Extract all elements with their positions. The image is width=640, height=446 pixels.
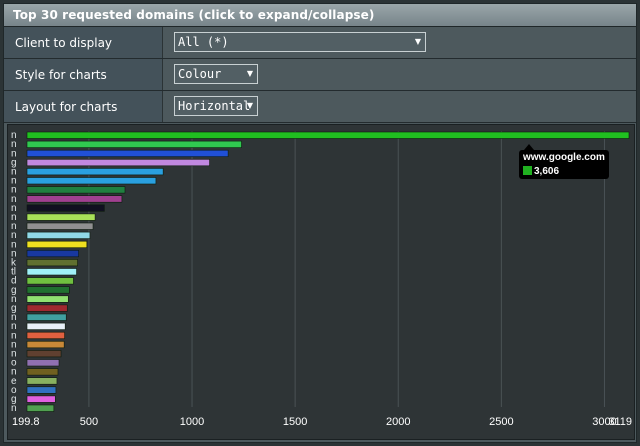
client-select-value: All (*): [178, 35, 229, 49]
bar[interactable]: [26, 268, 77, 276]
bar[interactable]: [26, 286, 70, 294]
bar[interactable]: [26, 368, 59, 376]
style-label: Style for charts: [15, 68, 107, 82]
chart-tooltip: www.google.com 3,606: [516, 144, 612, 182]
bar[interactable]: [26, 295, 69, 303]
layout-select-value: Horizontal: [178, 99, 251, 113]
bar[interactable]: [26, 231, 91, 239]
bar[interactable]: [26, 277, 74, 285]
style-select[interactable]: Colour ▼: [174, 64, 258, 84]
bar[interactable]: [26, 377, 58, 385]
layout-value-cell: Horizontal ▼: [164, 91, 636, 122]
bar[interactable]: [26, 240, 88, 248]
client-value-cell: All (*) ▼: [164, 27, 636, 58]
bar[interactable]: [26, 140, 242, 148]
bar[interactable]: [26, 304, 68, 312]
tooltip-value-row: 3,606: [523, 166, 605, 177]
x-tick-label: 1500: [283, 416, 307, 428]
tooltip-swatch: [523, 166, 532, 175]
style-row: Style for charts Colour ▼: [4, 59, 636, 91]
x-tick-label: 1000: [180, 416, 204, 428]
domains-panel: Top 30 requested domains (click to expan…: [3, 3, 637, 443]
bar[interactable]: [26, 359, 60, 367]
client-label: Client to display: [15, 36, 113, 50]
layout-label-cell: Layout for charts: [4, 91, 163, 122]
tooltip-box: www.google.com 3,606: [519, 150, 609, 179]
panel-header[interactable]: Top 30 requested domains (click to expan…: [4, 4, 636, 27]
bar[interactable]: [26, 250, 79, 258]
bar[interactable]: [26, 386, 57, 394]
bar[interactable]: [26, 213, 96, 221]
bar[interactable]: [26, 158, 210, 167]
client-row: Client to display All (*) ▼: [4, 27, 636, 59]
bar[interactable]: [26, 131, 630, 139]
bar[interactable]: [26, 168, 164, 176]
chevron-down-icon: ▼: [246, 101, 253, 110]
bar[interactable]: [26, 222, 94, 230]
bar[interactable]: [26, 350, 62, 358]
bar[interactable]: [26, 204, 105, 212]
bar[interactable]: [26, 195, 123, 203]
bar[interactable]: [26, 149, 229, 158]
style-select-value: Colour: [178, 67, 222, 81]
layout-row: Layout for charts Horizontal ▼: [4, 91, 636, 123]
x-tick-label: 2500: [489, 416, 513, 428]
tooltip-domain: www.google.com: [523, 152, 605, 163]
bar[interactable]: [26, 177, 157, 185]
layout-select[interactable]: Horizontal ▼: [174, 96, 258, 116]
bar[interactable]: [26, 395, 56, 403]
bar[interactable]: [26, 259, 78, 267]
x-tick-label: 3119: [608, 416, 632, 428]
panel-title[interactable]: Top 30 requested domains (click to expan…: [13, 8, 374, 22]
bar[interactable]: [26, 404, 55, 412]
x-tick-label: 500: [80, 416, 98, 428]
layout-label: Layout for charts: [15, 100, 118, 114]
category-label: n: [11, 403, 17, 414]
chevron-down-icon: ▼: [246, 69, 253, 78]
bar[interactable]: [26, 186, 126, 194]
bar[interactable]: [26, 313, 67, 321]
style-value-cell: Colour ▼: [164, 59, 636, 90]
bar[interactable]: [26, 341, 65, 349]
tooltip-value: 3,606: [534, 166, 560, 177]
chevron-down-icon: ▼: [414, 37, 421, 46]
bar[interactable]: [26, 322, 66, 330]
client-select[interactable]: All (*) ▼: [174, 32, 426, 52]
x-tick-label: 2000: [386, 416, 410, 428]
x-tick-label: 199.8: [12, 416, 40, 428]
bar[interactable]: [26, 331, 65, 339]
client-label-cell: Client to display: [4, 27, 163, 58]
style-label-cell: Style for charts: [4, 59, 163, 90]
